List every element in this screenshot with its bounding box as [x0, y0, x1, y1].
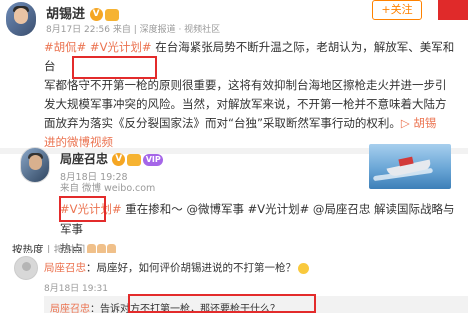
- hashtag-link[interactable]: #胡侃# #V光计划#: [44, 40, 155, 54]
- comment-body: ：局座好，如何评价胡锡进说的不打第一枪？: [86, 262, 296, 274]
- vip-badge-icon: VIP: [143, 153, 164, 166]
- post-meta: 8月17日 22:56 来自 | 深度报道 · 视频社区: [46, 25, 221, 35]
- comment-text: 局座召忠：局座好，如何评价胡锡进说的不打第一枪？: [44, 260, 309, 275]
- reply-author[interactable]: 局座召忠: [50, 304, 90, 313]
- verified-badge-icon: V: [89, 8, 103, 21]
- highlight-box: [72, 56, 157, 79]
- post-line: 发大规模军事冲突的风险。当然，对解放军来说，不开第一枪并不意味着大陆方: [44, 97, 447, 111]
- post-text: 面放弃为落实《反分裂国家法》而对“台独”采取断然军事行动的权利。: [44, 116, 401, 130]
- comment-author[interactable]: 局座召忠: [44, 262, 86, 274]
- post-author-name[interactable]: 胡锡进 V: [46, 3, 119, 22]
- video-link[interactable]: ▷ 胡锡: [401, 116, 437, 130]
- author-avatar[interactable]: [20, 147, 50, 183]
- post-body: #V光计划# 重在掺和～ @微博军事 #V光计划# @局座召忠 解读国际战略与军…: [60, 199, 460, 259]
- highlight-box: [128, 294, 316, 313]
- highlight-box: [59, 196, 106, 222]
- post-author-name[interactable]: 局座召忠 V VIP: [60, 150, 164, 167]
- level-badge-icon: [127, 153, 142, 166]
- video-thumbnail[interactable]: [369, 144, 451, 189]
- post-line: 面放弃为落实《反分裂国家法》而对“台独”采取断然军事行动的权利。▷ 胡锡: [44, 114, 464, 133]
- level-badge-icon: [104, 8, 119, 21]
- author-name-text[interactable]: 胡锡进: [46, 7, 85, 22]
- emoji-icon: [298, 262, 309, 274]
- flag-icon: [438, 0, 468, 20]
- comment-meta: 8月18日 19:31: [44, 284, 108, 294]
- verified-badge-icon: V: [112, 153, 126, 166]
- video-link-tail[interactable]: 进的微博视频: [44, 135, 113, 149]
- follow-button[interactable]: +关注: [372, 0, 422, 20]
- author-name-text[interactable]: 局座召忠: [60, 152, 108, 166]
- author-avatar[interactable]: [6, 2, 36, 36]
- commenter-avatar[interactable]: [14, 256, 38, 280]
- post-source: 来自 微博 weibo.com: [60, 183, 156, 194]
